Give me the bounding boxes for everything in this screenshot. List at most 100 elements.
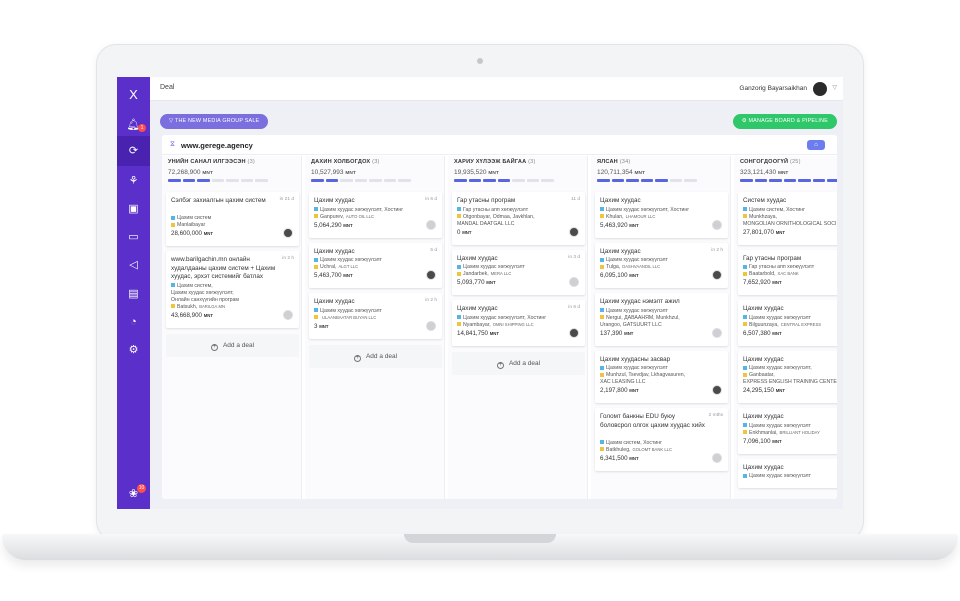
deal-tag-line: Цахим хуудас хөгжүүлэлт, Хостинг bbox=[457, 315, 546, 321]
deal-organization: BARILGA.MN bbox=[199, 303, 226, 309]
deal-card[interactable]: Цахим хуудасны засвар Цахим хуудас хөгжүү… bbox=[595, 350, 728, 403]
briefcase-icon[interactable]: ▣ bbox=[125, 201, 142, 218]
deal-tag-line: Цахим хуудас хөгжүүлэлт bbox=[743, 315, 811, 321]
deal-tag-text: Цахим хуудас хөгжүүлэлт bbox=[320, 307, 382, 314]
deal-card[interactable]: Цахим хуудас in 2 h Цахим хуудас хөгжүүлэл… bbox=[595, 242, 728, 288]
deal-title: Цахим хуудас нэмэлт ажил bbox=[600, 298, 680, 305]
deal-tag-text: Munkhzaya, bbox=[749, 213, 777, 220]
chevron-down-icon[interactable]: ▽ bbox=[832, 84, 837, 91]
owner-avatar[interactable] bbox=[712, 270, 722, 280]
deal-extra-line: MANDAL DAATGAL LLC bbox=[457, 220, 515, 227]
deals-icon[interactable]: ⟳ bbox=[125, 143, 142, 160]
megaphone-icon[interactable]: ◁ bbox=[125, 257, 142, 274]
deal-card[interactable]: www.barilgachin.mn онлайн худалдааны цах… bbox=[166, 251, 299, 328]
owner-avatar[interactable] bbox=[569, 226, 579, 237]
owner-avatar[interactable] bbox=[712, 385, 722, 395]
owner-avatar[interactable] bbox=[569, 277, 579, 287]
deal-organization: XAC BANK bbox=[777, 271, 799, 276]
owner-avatar[interactable] bbox=[569, 327, 579, 338]
deal-tag-text: Nyambayar, bbox=[463, 321, 491, 328]
add-deal-button[interactable]: + Add a deal bbox=[452, 351, 585, 375]
board-action-button[interactable]: ⌂ bbox=[807, 140, 825, 150]
owner-avatar[interactable] bbox=[712, 327, 722, 338]
progress-segment bbox=[512, 179, 525, 182]
progress-segment bbox=[655, 179, 668, 182]
add-deal-label: Add a deal bbox=[508, 359, 541, 367]
column-title: ХАРИУ ХҮЛЭЭЖ БАЙГАА bbox=[454, 159, 527, 165]
add-deal-button[interactable]: + Add a deal bbox=[166, 333, 299, 357]
deal-card[interactable]: Цахим хуудас 5 d Цахим хуудас хөгжүүлэлт Uc… bbox=[309, 242, 442, 288]
deal-tag-line: Гар утасны апп хөгжүүлэлт bbox=[457, 207, 528, 213]
deal-card[interactable]: Цахим хуудас in 2 h Цахим хуудас хөгжүүлэл… bbox=[309, 293, 442, 339]
owner-avatar[interactable] bbox=[283, 309, 293, 320]
deal-card[interactable]: Цахим хуудас нэмэлт ажил Цахим хуудас хөг… bbox=[595, 293, 728, 346]
deal-card[interactable]: Гар утасны програм 11 d Гар утасны апп хөг… bbox=[452, 192, 585, 245]
deal-amount: 137,390 MNT bbox=[600, 330, 633, 337]
bike-icon[interactable]: ⚘ bbox=[125, 173, 142, 190]
deal-tag-text: Uchral, bbox=[320, 264, 337, 270]
sidebar: X 🔔︎ 1 ⟳ ⚘ ▣ ▭ ◁ ▤ ◔ ⚙ ❀ 10 bbox=[117, 77, 150, 509]
deal-tag-text: Nergui, ДАВААНЯМ, Munkhzul, bbox=[606, 314, 680, 321]
deal-card[interactable]: Цахим хуудас Цахим хуудас хөгжүүлэлт, Ganb… bbox=[738, 350, 837, 403]
deal-amount: 24,295,150 MNT bbox=[743, 387, 785, 394]
deal-amount-value: 5,463,700 bbox=[314, 272, 342, 279]
laptop-icon[interactable]: ▭ bbox=[125, 229, 142, 246]
logo-icon[interactable]: X bbox=[125, 86, 142, 103]
owner-avatar[interactable] bbox=[283, 228, 293, 238]
deal-amount: 6,341,500 MNT bbox=[600, 455, 639, 462]
owner-avatar[interactable] bbox=[426, 219, 436, 230]
deal-card[interactable]: Цахим хуудас Цахим хуудас хөгжүүлэлт bbox=[738, 458, 837, 488]
deal-card[interactable]: Цахим хуудас in 6 d Цахим хуудас хөгжүүлэл… bbox=[452, 300, 585, 346]
deal-tag-line: Otgonbayar, Odmaa, Javkhlan, bbox=[457, 214, 535, 220]
owner-avatar[interactable] bbox=[712, 219, 722, 230]
progress-segment bbox=[197, 179, 210, 182]
progress-segment bbox=[483, 179, 496, 182]
user-avatar[interactable] bbox=[813, 82, 827, 96]
stage-progress bbox=[740, 179, 837, 182]
deal-title: Цахим хуудас bbox=[743, 355, 784, 363]
column-name: УНИЙН САНАЛ ИЛГЭЭСЭН (3) bbox=[168, 159, 298, 165]
clipboard-icon[interactable]: ▤ bbox=[125, 286, 142, 303]
product-tag-icon bbox=[314, 207, 318, 212]
deal-card[interactable]: Голомт банкны EDU буюу боловсрол олгох ц… bbox=[595, 408, 728, 471]
deal-title: Цахим хуудас bbox=[743, 305, 784, 312]
deal-amount-unit: MNT bbox=[203, 231, 214, 236]
progress-segment bbox=[468, 179, 482, 182]
deal-card[interactable]: Цахим хуудас Цахим хуудас хөгжүүлэлт, Хос… bbox=[595, 192, 728, 238]
deal-tag-text: Цахим хуудас хөгжүүлэлт bbox=[606, 307, 668, 314]
deal-amount: 7,096,100 MNT bbox=[743, 438, 782, 445]
board-header: ⧖ www.gerege.agency ⌂ bbox=[162, 135, 837, 155]
deal-amount-value: 6,341,500 bbox=[600, 454, 628, 462]
deal-tag-line: Tulga, DASHVAANDIL LLC bbox=[600, 264, 660, 270]
deal-tag-line: Цахим хуудас хөгжүүлэлт bbox=[314, 257, 382, 263]
pipeline-filter-button[interactable]: ▽ THE NEW MEDIA GROUP SALE bbox=[160, 114, 269, 129]
deal-card[interactable]: Гар утасны програм Гар утасны апп хөгжүүл… bbox=[738, 249, 837, 295]
column-title: УНИЙН САНАЛ ИЛГЭЭСЭН bbox=[168, 159, 246, 165]
deal-card[interactable]: Цахим хуудас in 6 d Цахим хуудас хөгжүүлэл… bbox=[309, 192, 442, 238]
deal-amount: 5,064,290 MNT bbox=[314, 222, 353, 229]
deal-tag-text: Цахим хуудас хөгжүүлэлт bbox=[749, 473, 811, 479]
deal-tag-line: Munkhzaya, bbox=[743, 214, 777, 220]
deal-amount-unit: MNT bbox=[772, 330, 782, 336]
owner-avatar[interactable] bbox=[712, 452, 722, 463]
product-tag-icon bbox=[457, 264, 461, 269]
owner-avatar[interactable] bbox=[426, 270, 436, 280]
deal-tag-text: Otgonbayar, Odmaa, Javkhlan, bbox=[463, 213, 535, 220]
deal-amount-unit: MNT bbox=[629, 273, 639, 278]
deal-tag-line: Uchral, ALGT LLC bbox=[314, 264, 358, 270]
deal-card[interactable]: Цахим хуудас Цахим хуудас хөгжүүлэлт Enkhm… bbox=[738, 408, 837, 454]
deal-tag-line: Bilguunzaya, CENTRAL EXPRESS bbox=[743, 322, 821, 328]
product-tag-icon bbox=[743, 365, 747, 370]
user-name[interactable]: Ganzorig Bayarsaikhan bbox=[739, 85, 807, 92]
deal-card[interactable]: Цахим хуудас in 3 d Цахим хуудас хөгжүүлэл… bbox=[452, 249, 585, 295]
deal-card[interactable]: Систем хуудас Цахим систем, Хостинг Munkhz… bbox=[738, 192, 837, 245]
product-tag-icon bbox=[457, 315, 461, 320]
chart-icon[interactable]: ◔ bbox=[125, 314, 142, 331]
owner-avatar[interactable] bbox=[426, 320, 436, 331]
deal-card[interactable]: Цахим хуудас Цахим хуудас хөгжүүлэлт Bilgu… bbox=[738, 300, 837, 346]
manage-board-button[interactable]: ⚙ MANAGE BOARD & PIPELINE bbox=[732, 114, 837, 129]
column-total: 10,527,993 MNT bbox=[311, 169, 356, 176]
deal-card[interactable]: Сэлбэг захиалгын цахим систем in 21 d Цахи… bbox=[166, 192, 299, 246]
add-deal-button[interactable]: + Add a deal bbox=[309, 344, 442, 368]
settings-icon[interactable]: ⚙ bbox=[125, 342, 142, 359]
